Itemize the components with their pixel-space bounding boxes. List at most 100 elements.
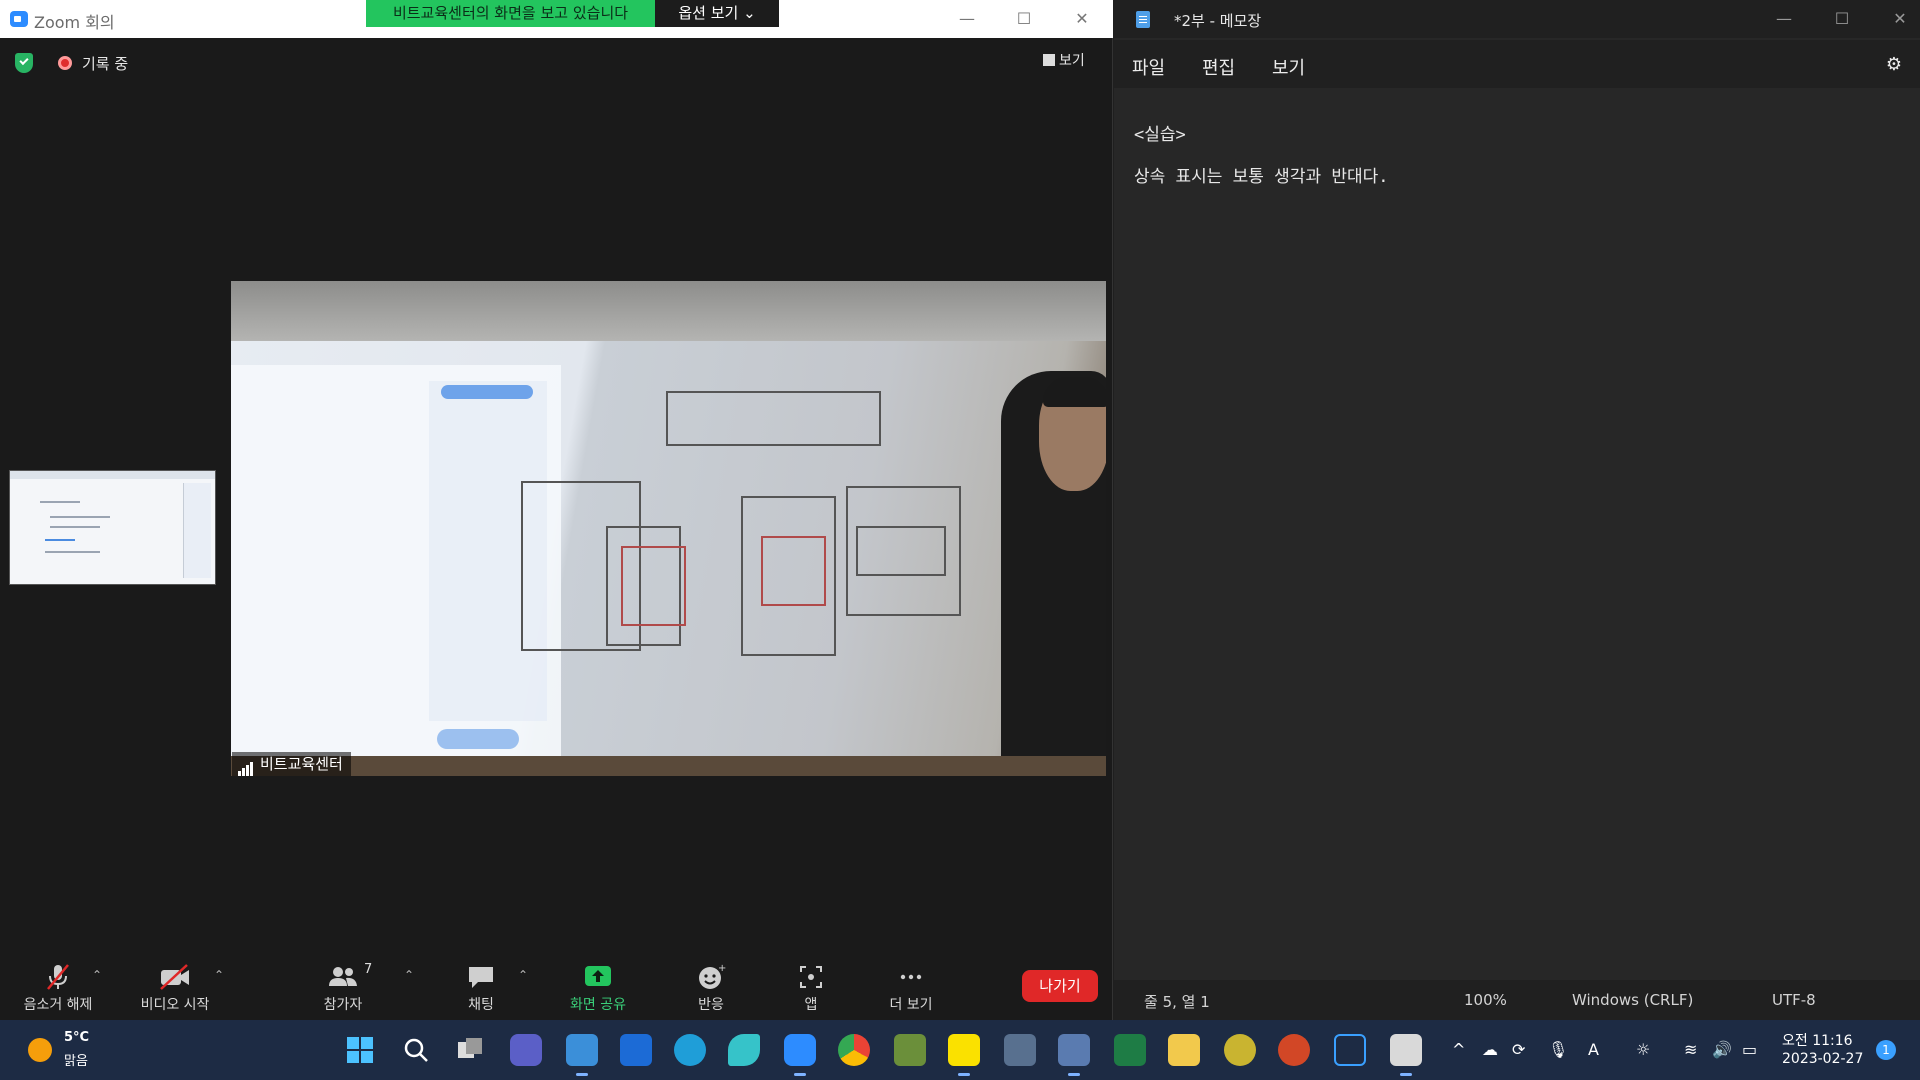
minimize-icon[interactable]: — [1766,6,1802,32]
zoom-level: 100% [1464,991,1507,1009]
more-label: 더 보기 [889,997,933,1013]
settings-gear-icon[interactable]: ⚙ [1886,54,1902,75]
minimize-icon[interactable]: — [949,6,985,32]
recording-label: 기록 중 [82,55,129,73]
weather-sun-icon[interactable] [28,1038,52,1062]
accessibility-app-icon[interactable] [1334,1034,1366,1066]
meeting-toolbar: 음소거 해제 ⌃ 비디오 시작 ⌃ 7 참가자 ⌃ 채팅 ⌃ 화면 공유 + 반… [0,950,1112,1020]
clock-date[interactable]: 2023-02-27 [1782,1051,1863,1067]
reactions-button[interactable]: + 반응 [666,950,756,1020]
security-shield-icon[interactable] [15,53,33,73]
chat-caret-icon[interactable]: ⌃ [518,968,528,982]
apps-icon [800,966,822,988]
sync-icon[interactable]: ⟳ [1512,1040,1525,1059]
chat-label: 채팅 [468,997,494,1013]
participants-count: 7 [364,962,373,977]
more-icon [900,974,922,980]
start-video-button[interactable]: 비디오 시작 [130,950,220,1020]
clock-time[interactable]: 오전 11:16 [1782,1030,1853,1050]
chat-button[interactable]: 채팅 [436,950,526,1020]
battery-icon[interactable]: ▭ [1742,1040,1757,1059]
password-app-icon[interactable] [620,1034,652,1066]
participants-button[interactable]: 7 참가자 [298,950,388,1020]
share-screen-button[interactable]: 화면 공유 [553,950,643,1020]
text-line: 상속 표시는 보통 생각과 반대다. [1134,167,1389,187]
windows-start-icon[interactable] [344,1034,376,1066]
brightness-icon[interactable]: ☼ [1636,1040,1650,1059]
calculator-icon[interactable] [1004,1034,1036,1066]
share-screen-label: 화면 공유 [570,997,626,1013]
reactions-label: 반응 [698,997,724,1013]
view-options-button[interactable]: 옵션 보기 ⌄ [655,0,779,27]
maximize-icon[interactable]: ☐ [1006,6,1042,32]
excel-icon[interactable] [1114,1034,1146,1066]
whale-browser-icon[interactable] [1224,1034,1256,1066]
zoom-window-title: Zoom 회의 [34,13,115,32]
participant-video[interactable] [231,281,1106,776]
start-video-label: 비디오 시작 [140,997,210,1013]
notepad-menubar: 파일 편집 보기 ⚙ [1114,40,1920,88]
line-ending: Windows (CRLF) [1572,991,1694,1009]
share-screen-icon [585,966,611,986]
file-explorer-icon[interactable] [1168,1034,1200,1066]
menu-file[interactable]: 파일 [1132,54,1165,80]
onedrive-cloud-icon[interactable]: ☁ [1482,1040,1498,1059]
microphone-icon[interactable]: 🎙 [1548,1040,1568,1059]
tray-overflow-icon[interactable]: ^ [1452,1040,1465,1059]
shared-screen-thumbnail[interactable] [9,470,216,585]
edge-icon[interactable] [674,1034,706,1066]
powerpoint-icon[interactable] [1278,1034,1310,1066]
zoom-window: Zoom 회의 비트교육센터의 화면을 보고 있습니다 옵션 보기 ⌄ — ☐ … [0,0,1113,1020]
svg-text:+: + [718,963,726,974]
notepad-taskbar-icon[interactable] [566,1034,598,1076]
maximize-icon[interactable]: ☐ [1824,6,1860,32]
close-icon[interactable]: ✕ [1064,6,1100,32]
unmute-button[interactable]: 음소거 해제 [13,950,103,1020]
view-button-label: 보기 [1059,53,1085,69]
participant-name-tag: 비트교육센터 [232,752,351,776]
notepad-window: *2부 - 메모장 — ☐ ✕ 파일 편집 보기 ⚙ <실습> 상속 표시는 보… [1114,0,1920,1020]
audio-options-caret-icon[interactable]: ⌃ [92,968,102,982]
wifi-icon[interactable]: ≋ [1684,1040,1697,1059]
notepad-text-area[interactable]: <실습> 상속 표시는 보통 생각과 반대다. [1114,90,1920,978]
notepad-edit-icon[interactable] [1390,1034,1422,1076]
menu-view[interactable]: 보기 [1272,54,1305,80]
video-muted-icon [160,964,189,990]
notepad-icon [1136,11,1150,28]
participant-name: 비트교육센터 [260,755,343,773]
weather-temperature[interactable]: 5°C [64,1030,89,1045]
volume-icon[interactable]: 🔊 [1712,1040,1732,1059]
chrome-icon[interactable] [838,1034,870,1066]
recording-icon [58,56,72,70]
participants-icon [329,967,357,986]
participants-label: 참가자 [323,997,363,1013]
zoom-taskbar-icon[interactable] [784,1034,816,1076]
reactions-icon: + [699,963,726,989]
close-icon[interactable]: ✕ [1882,6,1918,32]
notification-badge[interactable]: 1 [1876,1040,1896,1060]
weather-description[interactable]: 맑음 [64,1050,88,1069]
leave-button[interactable]: 나가기 [1022,970,1098,1002]
screen-share-banner: 비트교육센터의 화면을 보고 있습니다 [366,0,655,27]
zoom-logo-icon [10,11,28,27]
snipping-tool-icon[interactable] [1058,1034,1090,1076]
notepad-titlebar: *2부 - 메모장 — ☐ ✕ [1114,0,1920,38]
chat-icon [469,967,493,988]
task-view-icon[interactable] [454,1034,486,1066]
input-method-icon[interactable]: A [1588,1040,1599,1059]
bird-app-icon[interactable] [728,1034,760,1066]
search-icon[interactable] [400,1034,432,1066]
apps-label: 앱 [804,997,818,1013]
participants-caret-icon[interactable]: ⌃ [404,968,414,982]
teams-chat-icon[interactable] [510,1034,542,1066]
view-button[interactable]: 보기 [1043,50,1085,70]
zoom-titlebar: Zoom 회의 비트교육센터의 화면을 보고 있습니다 옵션 보기 ⌄ — ☐ … [0,0,1113,38]
kakaotalk-icon[interactable] [948,1034,980,1076]
menu-edit[interactable]: 편집 [1202,54,1235,80]
unmute-label: 음소거 해제 [23,997,93,1013]
apps-button[interactable]: 앱 [766,950,856,1020]
notepad-title: *2부 - 메모장 [1174,12,1262,30]
minecraft-icon[interactable] [894,1034,926,1066]
more-button[interactable]: 더 보기 [866,950,956,1020]
video-options-caret-icon[interactable]: ⌃ [214,968,224,982]
